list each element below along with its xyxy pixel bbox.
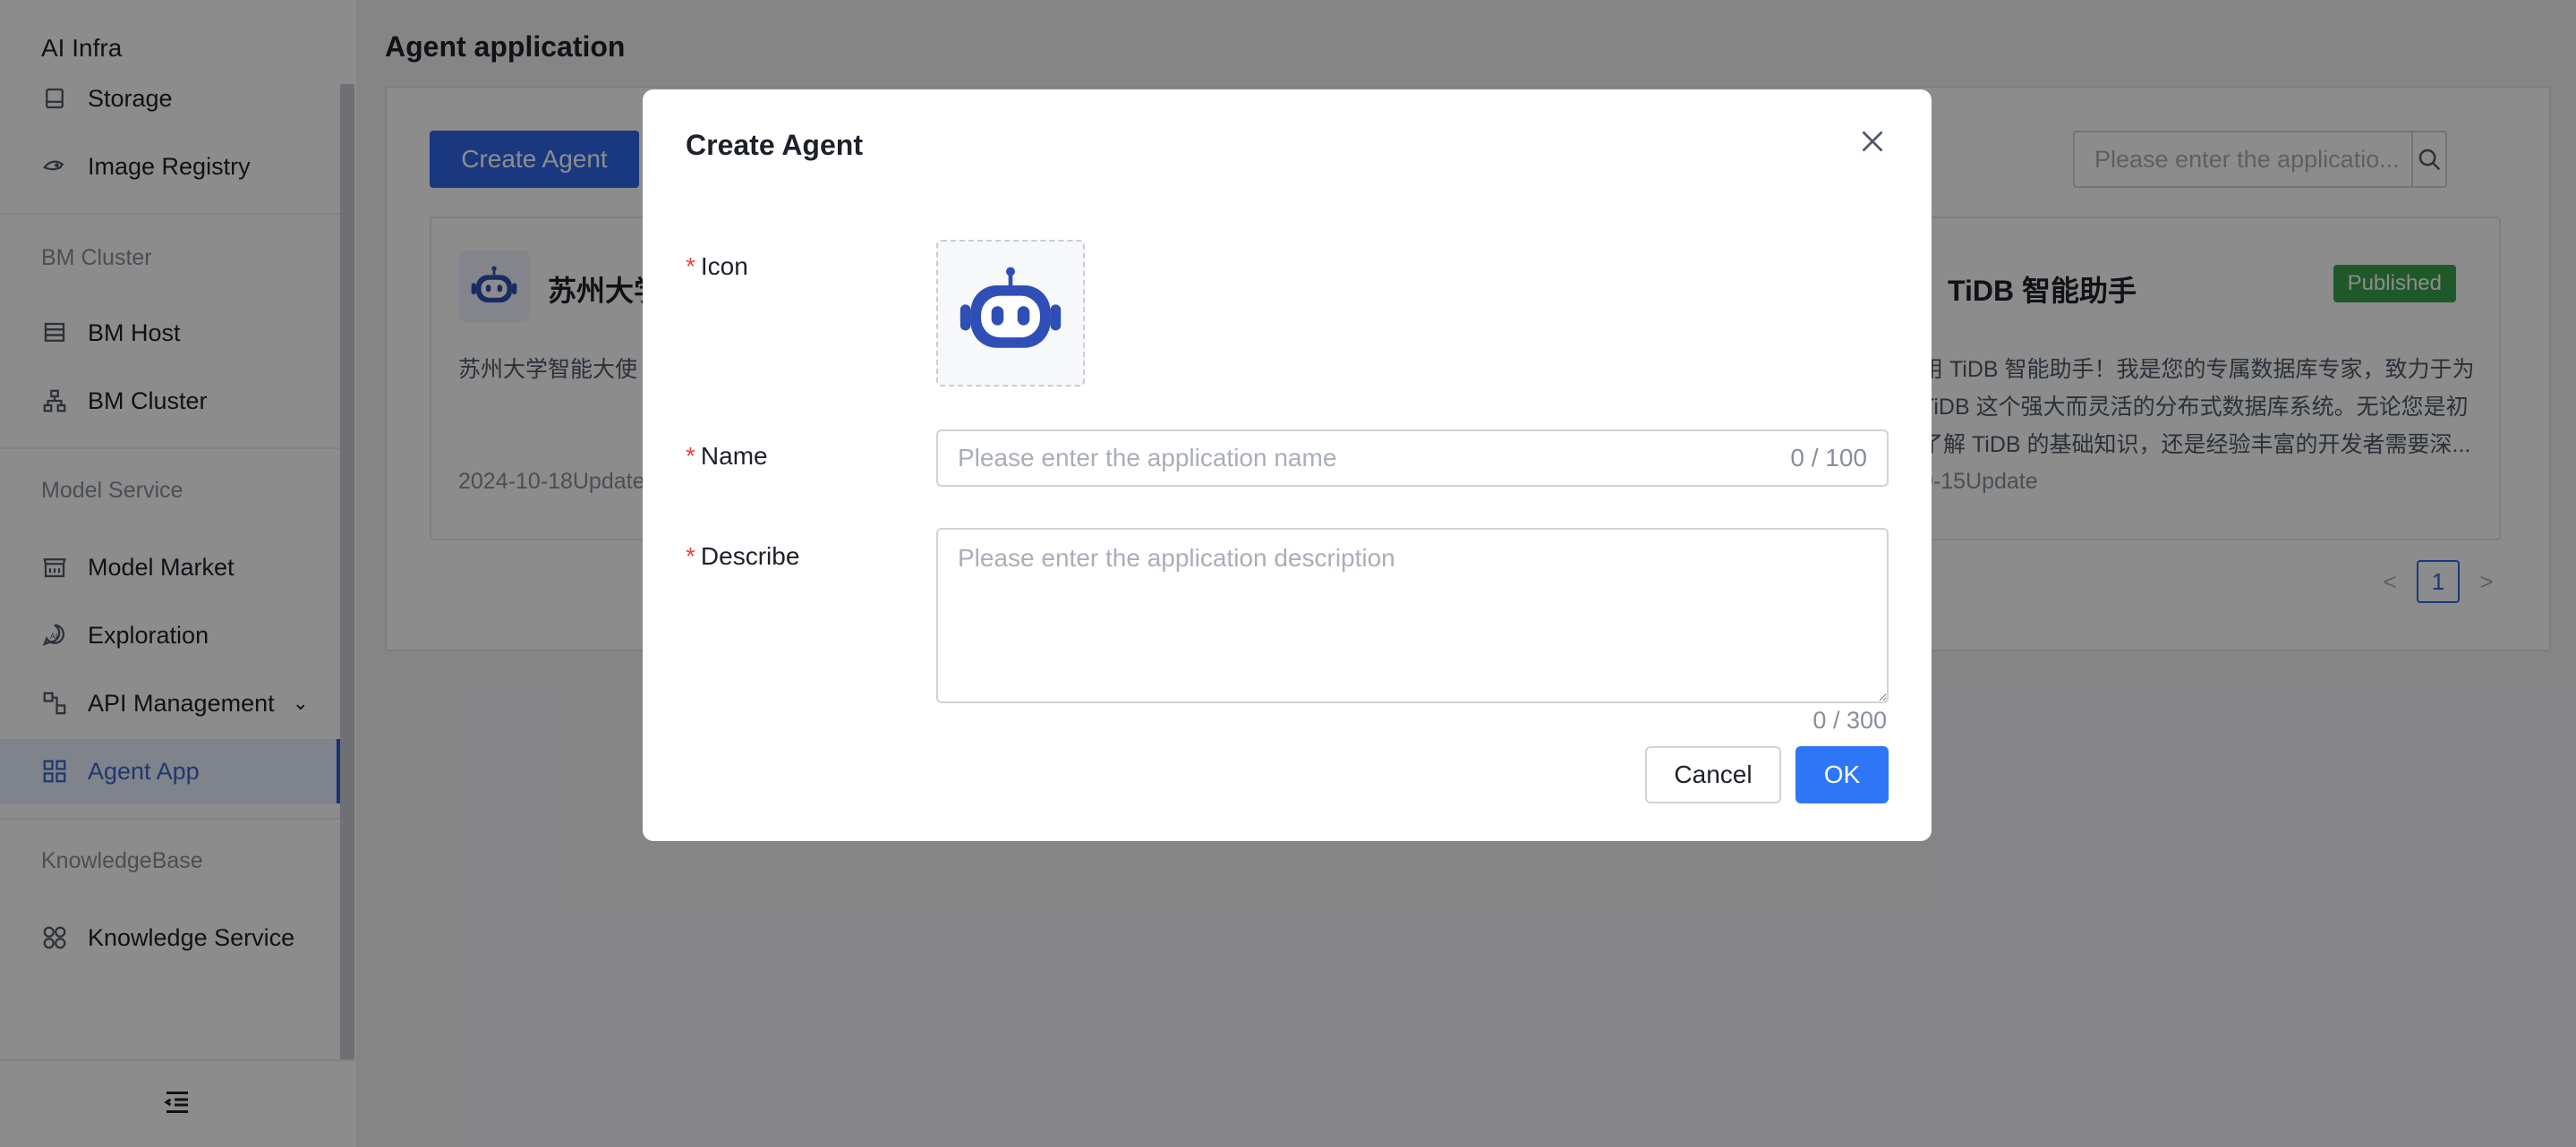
icon-label: * Icon [686, 252, 748, 280]
required-mark: * [686, 542, 695, 570]
name-char-count: 0 / 100 [1790, 444, 1867, 472]
ok-button[interactable]: OK [1796, 746, 1889, 803]
close-icon[interactable] [1856, 125, 1889, 157]
icon-upload[interactable] [936, 240, 1085, 387]
name-label: * Name [686, 442, 768, 470]
name-field-wrapper: 0 / 100 [936, 429, 1889, 487]
describe-char-count: 0 / 300 [1813, 707, 1887, 734]
dialog-title: Create Agent [686, 129, 863, 161]
required-mark: * [686, 442, 695, 470]
describe-label: * Describe [686, 542, 800, 570]
name-field[interactable] [938, 431, 1791, 485]
robot-icon [960, 267, 1062, 348]
describe-field-wrapper [936, 528, 1889, 703]
create-agent-dialog: Create Agent *Icon *Name 0 / 100 *Descri… [643, 89, 1932, 841]
cancel-button[interactable]: Cancel [1645, 746, 1781, 803]
required-mark: * [686, 252, 695, 280]
describe-field[interactable] [938, 530, 1887, 701]
